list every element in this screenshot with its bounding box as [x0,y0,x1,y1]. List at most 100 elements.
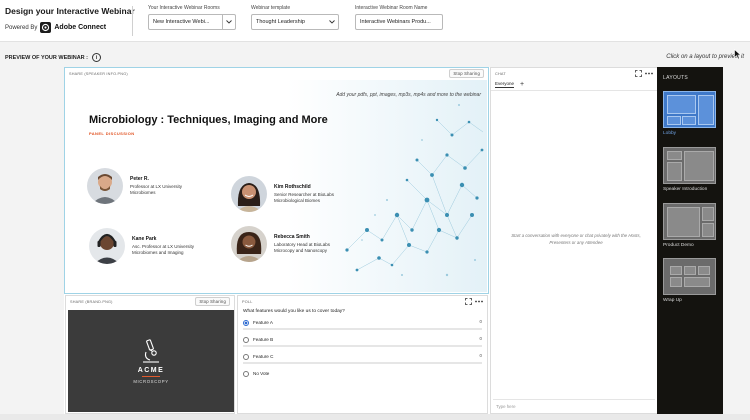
preview-label-row: PREVIEW OF YOUR WEBINAR : i [5,53,102,62]
layout-item-wrap-up[interactable]: Wrap Up [663,258,717,303]
slide-title: Microbiology : Techniques, Imaging and M… [89,114,328,126]
chat-pod[interactable]: CHAT Everyone + Start a conversation wit… [490,67,658,414]
brand-name: Adobe Connect [54,24,107,31]
powered-by: Powered By Adobe Connect [5,22,106,33]
speaker-name: Rebecca Smith [274,233,310,240]
page-title: Design your Interactive Webinar [5,6,135,16]
template-label: Webinar template [251,5,291,11]
pod-controls [465,298,483,305]
poll-option[interactable]: Feature A 0 [238,318,487,335]
rooms-label: Your Interactive Webinar Rooms [148,5,220,11]
radio-selected-icon[interactable] [243,319,249,326]
speaker-avatar [87,168,123,204]
layout-item-lobby[interactable]: Lobby [663,91,717,136]
speaker-slide: Add your pdfs, ppt, images, mp3s, mp4s a… [67,80,487,292]
layout-hint: Click on a layout to preview it [666,54,744,60]
layout-caption: Product Demo [663,243,694,248]
share-pod-header: SHARE (BRAND.PNG) Stop Sharing [66,296,234,307]
speaker-topic: Microbiomes and Imaging [132,250,184,255]
speaker-avatar [231,176,267,212]
poll-pod-header: POLL [238,296,487,307]
poll-pod[interactable]: POLL What features would you like us to … [237,295,488,414]
brand-logo-name: ACME [137,367,165,374]
poll-option[interactable]: Feature C 0 [238,352,487,369]
chat-empty-message: Start a conversation with everyone or ch… [511,233,641,245]
poll-option-count: 0 [479,353,482,358]
rooms-select[interactable]: New Interactive Webi... [148,14,236,30]
radio-icon[interactable] [243,336,249,343]
header-divider [132,6,133,36]
share-hint-text: Add your pdfs, ppt, images, mp3s, mp4s a… [336,92,481,98]
adobe-connect-logo-icon [40,22,52,33]
share-pod-title: SHARE (BRAND.PNG) [70,299,113,304]
poll-option-count: 0 [479,336,482,341]
preview-label: PREVIEW OF YOUR WEBINAR : [5,54,89,61]
speaker-avatar [231,226,267,262]
layout-caption: Speaker Introduction [663,187,708,192]
stop-sharing-button[interactable]: Stop Sharing [195,297,230,306]
poll-option-bar [243,345,482,347]
brand-logo-sub: MICROSCOPY [133,379,169,384]
poll-option[interactable]: No Vote [238,369,487,386]
speaker-topic: Microcopy and Nanoscopy [274,248,328,253]
poll-option-label: Feature A [253,320,273,325]
rooms-select-value: New Interactive Webi... [153,19,210,25]
add-chat-tab-button[interactable]: + [520,81,524,88]
template-select-value: Thought Leadership [256,19,305,25]
mouse-cursor-icon [734,47,742,65]
chevron-down-icon [325,15,338,29]
powered-by-label: Powered By [5,24,38,31]
chevron-down-icon [222,15,235,29]
chat-pod-header: CHAT [491,68,657,79]
slide-subtitle: PANEL DISCUSSION [89,131,135,136]
more-options-icon[interactable] [645,72,653,75]
room-name-field-group: Interactive Webinar Room Name Interactiv… [355,5,443,30]
rooms-field-group: Your Interactive Webinar Rooms New Inter… [148,5,236,30]
layout-caption: Wrap Up [663,298,682,303]
fullscreen-icon[interactable] [465,298,472,305]
share-pod-title: SHARE (SPEAKER INFO.PNG) [69,71,128,76]
speaker-card: Kane Park Asc. Professor at LX Universit… [89,228,194,264]
layout-thumbnail[interactable] [663,147,716,184]
poll-option-label: No Vote [253,371,270,376]
layout-thumbnail[interactable] [663,91,716,128]
chat-tabs: Everyone + [491,79,657,91]
more-options-icon[interactable] [475,300,483,303]
speaker-avatar [89,228,125,264]
info-icon[interactable]: i [92,53,102,62]
chat-input[interactable]: Type here [493,399,655,411]
fullscreen-icon[interactable] [635,70,642,77]
chat-pod-title: CHAT [495,71,506,76]
speaker-name: Peter R. [130,175,149,182]
top-bar: Design your Interactive Webinar Powered … [0,0,750,42]
speaker-name: Kane Park [132,235,157,242]
room-name-input[interactable]: Interactive Webinars Produ... [355,14,443,30]
layout-caption: Lobby [663,131,677,136]
poll-option-bar [243,328,482,330]
layouts-panel: LAYOUTS Lobby Speaker Introduction Produ… [657,67,723,414]
stop-sharing-button[interactable]: Stop Sharing [449,69,484,78]
room-name-label: Interactive Webinar Room Name [355,5,428,11]
radio-icon[interactable] [243,353,249,360]
share-pod-brand[interactable]: SHARE (BRAND.PNG) Stop Sharing ACME MICR… [65,295,235,414]
layout-item-product-demo[interactable]: Product Demo [663,203,717,248]
template-select[interactable]: Thought Leadership [251,14,339,30]
share-pod-speaker-info[interactable]: SHARE (SPEAKER INFO.PNG) Stop Sharing Ad… [64,67,489,294]
template-field-group: Webinar template Thought Leadership [251,5,339,30]
speaker-topic: Microbiomes [130,190,156,195]
radio-icon[interactable] [243,370,249,377]
room-name-value: Interactive Webinars Produ... [360,19,431,25]
speaker-name: Kim Rothschild [274,183,311,190]
poll-option-count: 0 [479,319,482,324]
tab-everyone[interactable]: Everyone [495,81,515,88]
layout-item-speaker-introduction[interactable]: Speaker Introduction [663,147,717,192]
poll-option-label: Feature C [253,354,274,359]
webinar-stage: SHARE (SPEAKER INFO.PNG) Stop Sharing Ad… [64,67,658,414]
layout-thumbnail[interactable] [663,258,716,295]
share-pod-header: SHARE (SPEAKER INFO.PNG) Stop Sharing [65,68,488,79]
poll-option[interactable]: Feature B 0 [238,335,487,352]
speaker-topic: Microbiological Biomes [274,198,321,203]
layout-thumbnail[interactable] [663,203,716,240]
pod-controls [635,70,653,77]
poll-option-label: Feature B [253,337,274,342]
